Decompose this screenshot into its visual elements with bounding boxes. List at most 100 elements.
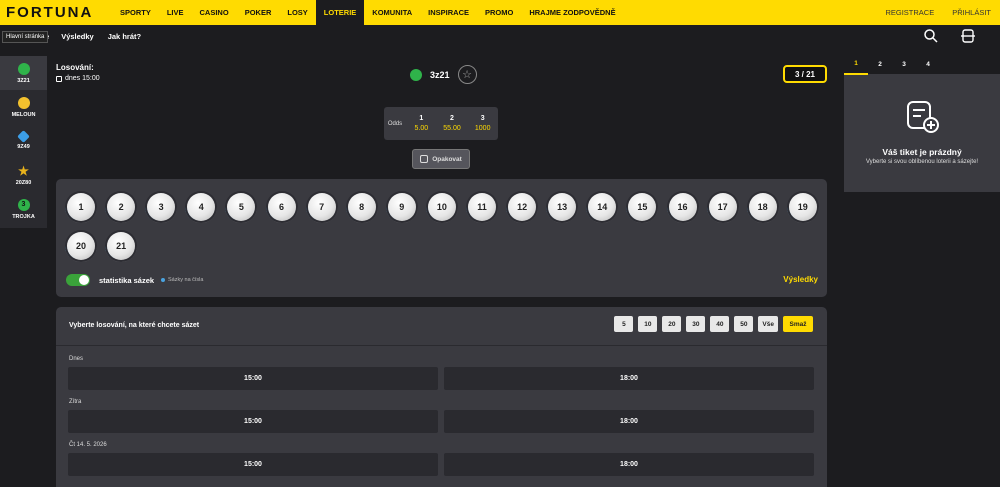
clover-icon <box>17 62 30 75</box>
nav-komunita[interactable]: KOMUNITA <box>364 0 420 25</box>
number-ball[interactable]: 2 <box>107 193 136 221</box>
clover-icon <box>410 68 422 81</box>
nav-promo[interactable]: PROMO <box>477 0 521 25</box>
odds-value: 5.00 <box>414 125 429 132</box>
odds-table: Odds 1 5.00 2 55.00 3 1000 <box>384 107 498 140</box>
repeat-label: Opakovat <box>432 155 462 163</box>
ticket-tab-3[interactable]: 3 <box>892 56 916 74</box>
diamond-icon <box>17 130 30 143</box>
ticket-tab-2[interactable]: 2 <box>868 56 892 74</box>
filter-50-button[interactable]: 50 <box>734 316 754 332</box>
nav-loterie[interactable]: LOTERIE <box>315 0 365 25</box>
main-nav: SPORTY LIVE CASINO POKER LOSY LOTERIE KO… <box>112 0 624 25</box>
number-ball[interactable]: 7 <box>307 193 336 221</box>
number-ball[interactable]: 6 <box>267 193 296 221</box>
repeat-button[interactable]: Opakovat <box>412 149 470 169</box>
number-ball[interactable]: 17 <box>708 193 737 221</box>
number-ball[interactable]: 8 <box>347 193 376 221</box>
results-link[interactable]: Výsledky <box>783 275 818 284</box>
number-ball[interactable]: 18 <box>748 193 777 221</box>
number-ball[interactable]: 15 <box>628 193 657 221</box>
filter-5-button[interactable]: 5 <box>614 316 634 332</box>
number-ball[interactable]: 19 <box>788 193 817 221</box>
nav-losy[interactable]: LOSY <box>279 0 315 25</box>
game-name: 3z21 <box>430 69 450 80</box>
nav-live[interactable]: LIVE <box>159 0 192 25</box>
search-icon[interactable] <box>923 28 939 44</box>
day-label: Zítra <box>69 399 82 405</box>
odds-hits: 3 <box>480 115 485 122</box>
sidebar-item-trojka[interactable]: 3 TROJKA <box>0 192 47 226</box>
stats-toggle[interactable] <box>66 274 90 286</box>
odds-hits: 2 <box>450 115 454 122</box>
sidebar-item-9z49[interactable]: 9Z49 <box>0 124 47 158</box>
empty-ticket-title: Váš tiket je prázdný <box>882 147 962 157</box>
register-link[interactable]: REGISTRACE <box>876 0 943 25</box>
draw-slot[interactable]: 15:00 <box>68 367 438 390</box>
odds-value: 1000 <box>474 125 491 132</box>
odds-hits: 1 <box>419 115 424 122</box>
odds-value: 55.00 <box>443 125 461 132</box>
login-link[interactable]: PŘIHLÁSIT <box>943 0 1000 25</box>
draw-slot[interactable]: 18:00 <box>444 453 814 476</box>
ticket-tabs: 1 2 3 4 <box>844 55 1000 75</box>
ticket-tab-4[interactable]: 4 <box>916 56 940 74</box>
sidebar-item-label: MELOUN <box>11 111 36 118</box>
number-ball[interactable]: 11 <box>468 193 496 221</box>
number-ball[interactable]: 9 <box>387 193 416 221</box>
nav-inspirace[interactable]: INSPIRACE <box>420 0 477 25</box>
odds-label: Odds <box>387 120 403 127</box>
nav-poker[interactable]: POKER <box>237 0 280 25</box>
filter-20-button[interactable]: 20 <box>662 316 682 332</box>
three-icon: 3 <box>17 198 30 211</box>
filter-40-button[interactable]: 40 <box>710 316 730 332</box>
number-ball[interactable]: 13 <box>548 193 577 221</box>
number-ball[interactable]: 20 <box>67 232 95 260</box>
sidebar-item-label: 20Z80 <box>15 179 32 186</box>
number-ball[interactable]: 1 <box>67 193 95 221</box>
number-ball[interactable]: 21 <box>107 232 136 260</box>
home-tooltip: Hlavní stránka <box>2 31 49 43</box>
draw-slot[interactable]: 15:00 <box>68 453 438 476</box>
number-ball[interactable]: 5 <box>227 193 256 221</box>
lottery-sidebar: 3Z21 MELOUN 9Z49 ★ 20Z80 3 TROJKA <box>0 56 47 228</box>
number-ball[interactable]: 3 <box>147 193 176 221</box>
calendar-icon <box>56 75 62 82</box>
filter-all-button[interactable]: Vše <box>758 316 778 332</box>
draw-time: dnes 15:00 <box>56 75 100 82</box>
sub-nav: rie Výsledky Jak hrát? <box>0 25 1000 47</box>
number-ball[interactable]: 12 <box>508 193 537 221</box>
nav-hrajme-zodpovedne[interactable]: HRAJME ZODPOVĚDNĚ <box>521 0 623 25</box>
clear-button[interactable]: Smaž <box>783 316 813 332</box>
sidebar-item-meloun[interactable]: MELOUN <box>0 90 47 124</box>
draw-count-filters: 5 10 20 30 40 50 Vše Smaž <box>614 316 813 332</box>
top-bar: FORTUNA SPORTY LIVE CASINO POKER LOSY LO… <box>0 0 1000 25</box>
number-ball[interactable]: 16 <box>668 193 697 221</box>
number-ball[interactable]: 14 <box>588 193 617 221</box>
number-ball[interactable]: 10 <box>427 193 456 221</box>
draw-slot[interactable]: 18:00 <box>444 410 814 433</box>
draw-slot[interactable]: 15:00 <box>68 410 438 433</box>
filter-10-button[interactable]: 10 <box>638 316 658 332</box>
sidebar-item-20z80[interactable]: ★ 20Z80 <box>0 158 47 192</box>
subnav-results[interactable]: Výsledky <box>61 32 94 41</box>
day-label: Dnes <box>69 356 84 362</box>
draw-counter[interactable]: 3 / 21 <box>783 65 827 83</box>
fortuna-logo[interactable]: FORTUNA <box>0 4 112 21</box>
sidebar-item-3z21[interactable]: 3Z21 <box>0 56 47 90</box>
draw-slot[interactable]: 18:00 <box>444 367 814 390</box>
star-icon: ★ <box>18 163 29 178</box>
ticket-scan-icon[interactable] <box>960 28 976 44</box>
empty-ticket-icon <box>906 100 940 139</box>
day-label: Čt 14. 5. 2026 <box>69 442 107 448</box>
nav-casino[interactable]: CASINO <box>192 0 237 25</box>
draw-label: Losování: <box>56 63 94 72</box>
number-ball[interactable]: 4 <box>187 193 216 221</box>
draw-time-value: dnes 15:00 <box>65 75 100 82</box>
filter-30-button[interactable]: 30 <box>686 316 706 332</box>
ticket-tab-1[interactable]: 1 <box>844 55 868 75</box>
subnav-how-to-play[interactable]: Jak hrát? <box>108 32 141 41</box>
melon-icon <box>17 96 30 109</box>
favorite-star-icon[interactable]: ☆ <box>457 65 477 84</box>
nav-sporty[interactable]: SPORTY <box>112 0 159 25</box>
